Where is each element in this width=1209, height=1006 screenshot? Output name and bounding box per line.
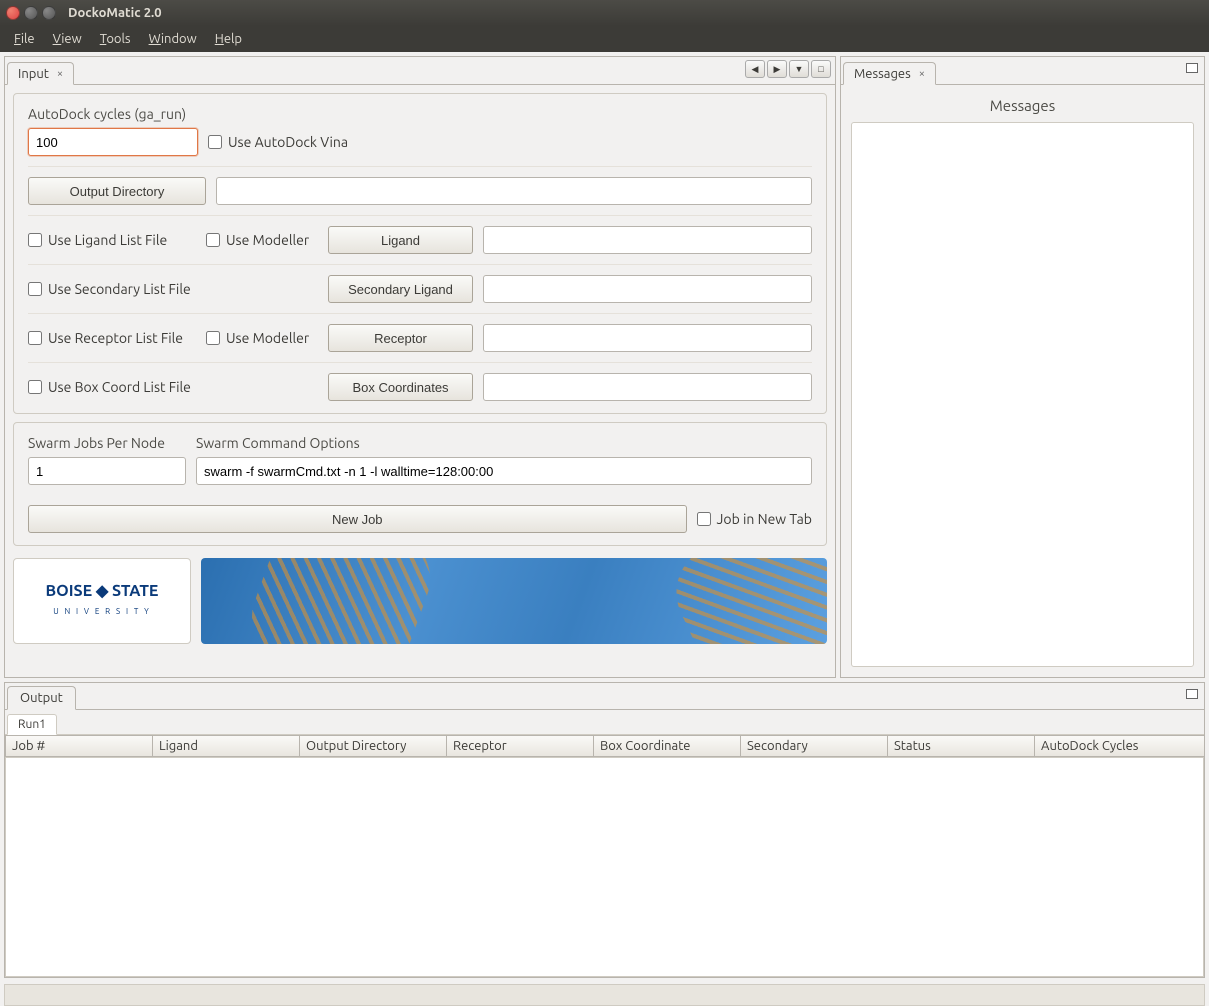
- use-ligand-list-checkbox[interactable]: Use Ligand List File: [28, 232, 196, 248]
- autodock-cycles-input[interactable]: [28, 128, 198, 156]
- receptor-input[interactable]: [483, 324, 812, 352]
- menu-help[interactable]: Help: [207, 29, 250, 49]
- menu-tools[interactable]: Tools: [92, 29, 139, 49]
- secondary-ligand-button[interactable]: Secondary Ligand: [328, 275, 473, 303]
- tab-dropdown-icon[interactable]: ▼: [789, 60, 809, 78]
- close-icon[interactable]: ×: [55, 68, 65, 80]
- close-icon[interactable]: ×: [917, 68, 927, 80]
- ligand-button[interactable]: Ligand: [328, 226, 473, 254]
- use-modeller-checkbox[interactable]: Use Modeller: [206, 232, 318, 248]
- use-receptor-list-checkbox[interactable]: Use Receptor List File: [28, 330, 196, 346]
- titlebar: DockoMatic 2.0: [0, 0, 1209, 26]
- ligand-input[interactable]: [483, 226, 812, 254]
- input-panel: Input × ◀ ▶ ▼ □ AutoDock cycles (ga_run)…: [4, 56, 836, 678]
- swarm-cmd-label: Swarm Command Options: [196, 435, 812, 451]
- swarm-section: Swarm Jobs Per Node Swarm Command Option…: [13, 422, 827, 546]
- output-directory-button[interactable]: Output Directory: [28, 177, 206, 205]
- panel-minimize-icon[interactable]: [1186, 63, 1198, 73]
- autodock-section: AutoDock cycles (ga_run) Use AutoDock Vi…: [13, 93, 827, 414]
- use-secondary-list-checkbox[interactable]: Use Secondary List File: [28, 281, 318, 297]
- menu-file[interactable]: File: [6, 29, 43, 49]
- messages-textarea[interactable]: [851, 122, 1194, 667]
- tab-run1[interactable]: Run1: [7, 714, 57, 735]
- maximize-icon[interactable]: [42, 6, 56, 20]
- dna-banner-image: [201, 558, 827, 644]
- receptor-button[interactable]: Receptor: [328, 324, 473, 352]
- output-tab-bar: Output: [5, 683, 1204, 710]
- col-output-dir[interactable]: Output Directory: [299, 735, 447, 757]
- use-vina-checkbox[interactable]: Use AutoDock Vina: [208, 134, 348, 150]
- use-box-list-checkbox[interactable]: Use Box Coord List File: [28, 379, 318, 395]
- messages-title: Messages: [841, 85, 1204, 122]
- tab-input-label: Input: [18, 67, 49, 81]
- tab-messages[interactable]: Messages ×: [843, 62, 936, 85]
- tab-next-icon[interactable]: ▶: [767, 60, 787, 78]
- tab-output[interactable]: Output: [7, 686, 76, 710]
- output-table-body[interactable]: [5, 758, 1204, 977]
- tab-maximize-icon[interactable]: □: [811, 60, 831, 78]
- window-controls: [6, 6, 56, 20]
- tab-messages-label: Messages: [854, 67, 911, 81]
- job-new-tab-checkbox[interactable]: Job in New Tab: [697, 511, 813, 527]
- boise-state-logo: BOISE ◆ STATE U N I V E R S I T Y: [13, 558, 191, 644]
- new-job-button[interactable]: New Job: [28, 505, 687, 533]
- use-modeller2-checkbox[interactable]: Use Modeller: [206, 330, 318, 346]
- col-box[interactable]: Box Coordinate: [593, 735, 741, 757]
- secondary-ligand-input[interactable]: [483, 275, 812, 303]
- panel-minimize-icon[interactable]: [1186, 689, 1198, 699]
- statusbar: [4, 984, 1205, 1006]
- menubar: File View Tools Window Help: [0, 26, 1209, 52]
- col-ligand[interactable]: Ligand: [152, 735, 300, 757]
- menu-view[interactable]: View: [45, 29, 90, 49]
- messages-tab-bar: Messages ×: [841, 57, 1204, 85]
- tab-prev-icon[interactable]: ◀: [745, 60, 765, 78]
- input-tab-bar: Input × ◀ ▶ ▼ □: [5, 57, 835, 85]
- menu-window[interactable]: Window: [141, 29, 205, 49]
- tab-input[interactable]: Input ×: [7, 62, 74, 85]
- swarm-jobs-input[interactable]: [28, 457, 186, 485]
- output-sub-tabs: Run1: [5, 710, 1204, 735]
- banner-row: BOISE ◆ STATE U N I V E R S I T Y: [13, 558, 827, 644]
- autodock-cycles-label: AutoDock cycles (ga_run): [28, 106, 198, 122]
- box-coordinates-button[interactable]: Box Coordinates: [328, 373, 473, 401]
- col-receptor[interactable]: Receptor: [446, 735, 594, 757]
- col-job[interactable]: Job #: [5, 735, 153, 757]
- tab-nav-controls: ◀ ▶ ▼ □: [745, 60, 831, 78]
- col-secondary[interactable]: Secondary: [740, 735, 888, 757]
- use-vina-check[interactable]: [208, 135, 222, 149]
- col-autodock[interactable]: AutoDock Cycles: [1034, 735, 1205, 757]
- window-title: DockoMatic 2.0: [68, 6, 162, 20]
- messages-panel: Messages × Messages: [840, 56, 1205, 678]
- box-coordinates-input[interactable]: [483, 373, 812, 401]
- swarm-cmd-input[interactable]: [196, 457, 812, 485]
- output-panel: Output Run1 Job # Ligand Output Director…: [4, 682, 1205, 978]
- output-directory-input[interactable]: [216, 177, 812, 205]
- close-icon[interactable]: [6, 6, 20, 20]
- swarm-jobs-label: Swarm Jobs Per Node: [28, 435, 186, 451]
- minimize-icon[interactable]: [24, 6, 38, 20]
- col-status[interactable]: Status: [887, 735, 1035, 757]
- output-table-header: Job # Ligand Output Directory Receptor B…: [5, 735, 1204, 758]
